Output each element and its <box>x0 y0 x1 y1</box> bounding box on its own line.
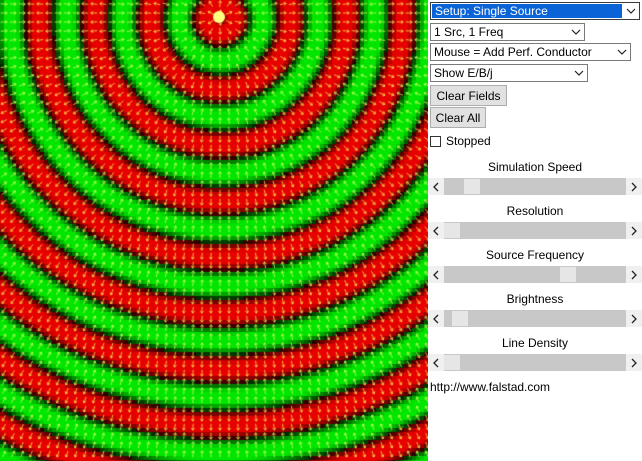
chevron-right-icon[interactable] <box>626 310 642 327</box>
stopped-checkbox[interactable] <box>430 135 441 147</box>
clear-all-button[interactable]: Clear All <box>430 107 486 128</box>
chevron-left-icon[interactable] <box>428 310 444 327</box>
chevron-left-icon[interactable] <box>428 178 444 195</box>
chevron-down-icon <box>571 65 587 81</box>
setup-select-value: Setup: Single Source <box>432 4 622 18</box>
slider-thumb[interactable] <box>444 355 460 370</box>
brightness-track[interactable] <box>444 310 626 327</box>
line-density-label: Line Density <box>501 336 569 350</box>
mouse-mode-select-value: Mouse = Add Perf. Conductor <box>434 45 592 59</box>
chevron-left-icon[interactable] <box>428 222 444 239</box>
resolution-label: Resolution <box>506 204 564 218</box>
source-frequency-track[interactable] <box>444 266 626 283</box>
source-select-value: 1 Src, 1 Freq <box>434 25 504 39</box>
line-density-track[interactable] <box>444 354 626 371</box>
stopped-checkbox-row[interactable]: Stopped <box>430 133 491 149</box>
chevron-left-icon[interactable] <box>428 266 444 283</box>
clear-fields-button[interactable]: Clear Fields <box>430 85 507 106</box>
source-frequency-label: Source Frequency <box>485 248 585 262</box>
simulation-speed-track[interactable] <box>444 178 626 195</box>
resolution-track[interactable] <box>444 222 626 239</box>
brightness-slider[interactable] <box>428 310 642 327</box>
website-url: http://www.falstad.com <box>430 380 551 394</box>
slider-thumb[interactable] <box>464 179 480 194</box>
stopped-checkbox-label: Stopped <box>446 134 491 148</box>
chevron-right-icon[interactable] <box>626 222 642 239</box>
chevron-right-icon[interactable] <box>626 266 642 283</box>
mouse-mode-select[interactable]: Mouse = Add Perf. Conductor <box>430 43 631 61</box>
setup-select[interactable]: Setup: Single Source <box>430 2 640 20</box>
show-select-value: Show E/B/j <box>434 66 493 80</box>
source-select[interactable]: 1 Src, 1 Freq <box>430 23 585 41</box>
slider-thumb[interactable] <box>452 311 468 326</box>
simulation-speed-label: Simulation Speed <box>487 160 583 174</box>
chevron-left-icon[interactable] <box>428 354 444 371</box>
source-frequency-slider[interactable] <box>428 266 642 283</box>
wave-simulation-canvas[interactable] <box>0 0 428 461</box>
chevron-down-icon <box>568 24 584 40</box>
chevron-right-icon[interactable] <box>626 178 642 195</box>
slider-thumb[interactable] <box>560 267 576 282</box>
chevron-down-icon <box>623 3 639 19</box>
control-panel: Setup: Single Source 1 Src, 1 Freq Mouse… <box>428 0 642 461</box>
chevron-right-icon[interactable] <box>626 354 642 371</box>
show-select[interactable]: Show E/B/j <box>430 64 588 82</box>
line-density-slider[interactable] <box>428 354 642 371</box>
slider-thumb[interactable] <box>444 223 460 238</box>
simulation-speed-slider[interactable] <box>428 178 642 195</box>
chevron-down-icon <box>614 44 630 60</box>
resolution-slider[interactable] <box>428 222 642 239</box>
brightness-label: Brightness <box>506 292 564 306</box>
